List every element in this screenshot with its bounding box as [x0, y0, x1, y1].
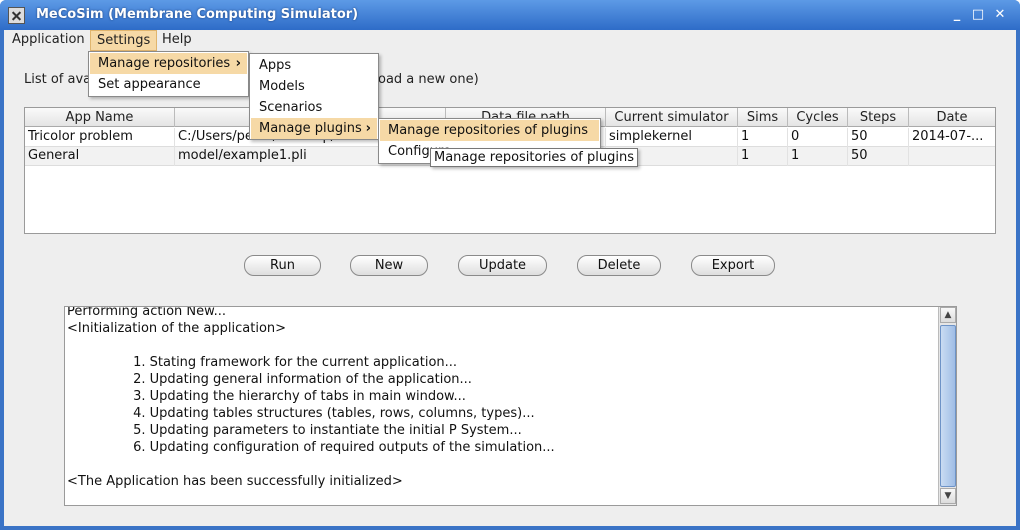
delete-button[interactable]: Delete [577, 255, 661, 276]
column-header-cycles[interactable]: Cycles [788, 108, 848, 127]
cell-app-name: Tricolor problem [25, 128, 175, 147]
column-header-steps[interactable]: Steps [848, 108, 909, 127]
scroll-thumb[interactable] [940, 325, 956, 487]
cell-date: 2014-07-... [912, 129, 984, 144]
menu-item-manage-repositories-of-plugins[interactable]: Manage repositories of plugins [380, 120, 599, 141]
chevron-right-icon: › [365, 121, 371, 136]
log-line: <Initialization of the application> [67, 321, 287, 336]
log-line: 3. Updating the hierarchy of tabs in mai… [67, 389, 466, 404]
log-line: 1. Stating framework for the current app… [67, 355, 458, 370]
log-line: <The Application has been successfully i… [67, 474, 403, 489]
column-header-date[interactable]: Date [909, 108, 995, 127]
menu-help[interactable]: Help [156, 30, 198, 51]
window-title: MeCoSim (Membrane Computing Simulator) [36, 7, 359, 22]
run-button[interactable]: Run [244, 255, 321, 276]
menu-item-models[interactable]: Models [251, 76, 377, 97]
repositories-submenu: Apps Models Scenarios Manage plugins › [249, 53, 379, 140]
menu-item-set-appearance[interactable]: Set appearance [90, 74, 247, 95]
app-logo-icon [8, 7, 25, 24]
column-header-current-simulator[interactable]: Current simulator [606, 108, 738, 127]
column-header-app-name[interactable]: App Name [25, 108, 175, 127]
settings-menu: Manage repositories › Set appearance [88, 51, 249, 97]
update-button[interactable]: Update [458, 255, 547, 276]
tooltip: Manage repositories of plugins [430, 148, 638, 167]
main-content: Application Settings Help List of availa… [4, 30, 1016, 526]
log-output[interactable]: Performing action New... <Initialization… [64, 306, 957, 506]
menu-item-label: Manage repositories [98, 56, 231, 71]
cell-cycles: 1 [788, 147, 848, 166]
new-button[interactable]: New [350, 255, 428, 276]
menu-item-manage-plugins[interactable]: Manage plugins › [251, 118, 377, 139]
cell-steps: 50 [848, 128, 909, 147]
menu-bar: Application Settings Help [4, 30, 1016, 51]
menu-item-scenarios[interactable]: Scenarios [251, 97, 377, 118]
log-line: 2. Updating general information of the a… [67, 372, 472, 387]
minimize-button[interactable]: _ [950, 8, 964, 22]
menu-item-manage-repositories[interactable]: Manage repositories › [90, 53, 247, 74]
scroll-up-icon[interactable]: ▲ [940, 307, 956, 323]
title-bar[interactable]: MeCoSim (Membrane Computing Simulator) _… [0, 0, 1020, 30]
scroll-down-icon[interactable]: ▼ [940, 488, 956, 504]
maximize-button[interactable]: □ [971, 8, 985, 22]
cell-steps: 50 [848, 147, 909, 166]
menu-settings[interactable]: Settings [90, 30, 158, 51]
cell-sims: 1 [738, 128, 788, 147]
cell-sims: 1 [738, 147, 788, 166]
menu-item-apps[interactable]: Apps [251, 55, 377, 76]
chevron-right-icon: › [235, 56, 241, 71]
cell-cycles: 0 [788, 128, 848, 147]
cell-date [909, 147, 995, 166]
log-line: 6. Updating configuration of required ou… [67, 440, 555, 455]
column-header-sims[interactable]: Sims [738, 108, 788, 127]
log-line: 4. Updating tables structures (tables, r… [67, 406, 535, 421]
log-text-area[interactable]: Performing action New... <Initialization… [65, 307, 937, 505]
log-line: 5. Updating parameters to instantiate th… [67, 423, 522, 438]
menu-item-label: Manage plugins [259, 121, 362, 136]
menu-application[interactable]: Application [6, 30, 91, 51]
cell-app-name: General [25, 147, 175, 166]
log-line: Performing action New... [67, 307, 226, 319]
cell-simulator: simplekernel [606, 128, 738, 147]
export-button[interactable]: Export [691, 255, 775, 276]
close-button[interactable]: ✕ [993, 8, 1007, 22]
log-scrollbar[interactable]: ▲ ▼ [938, 307, 956, 505]
